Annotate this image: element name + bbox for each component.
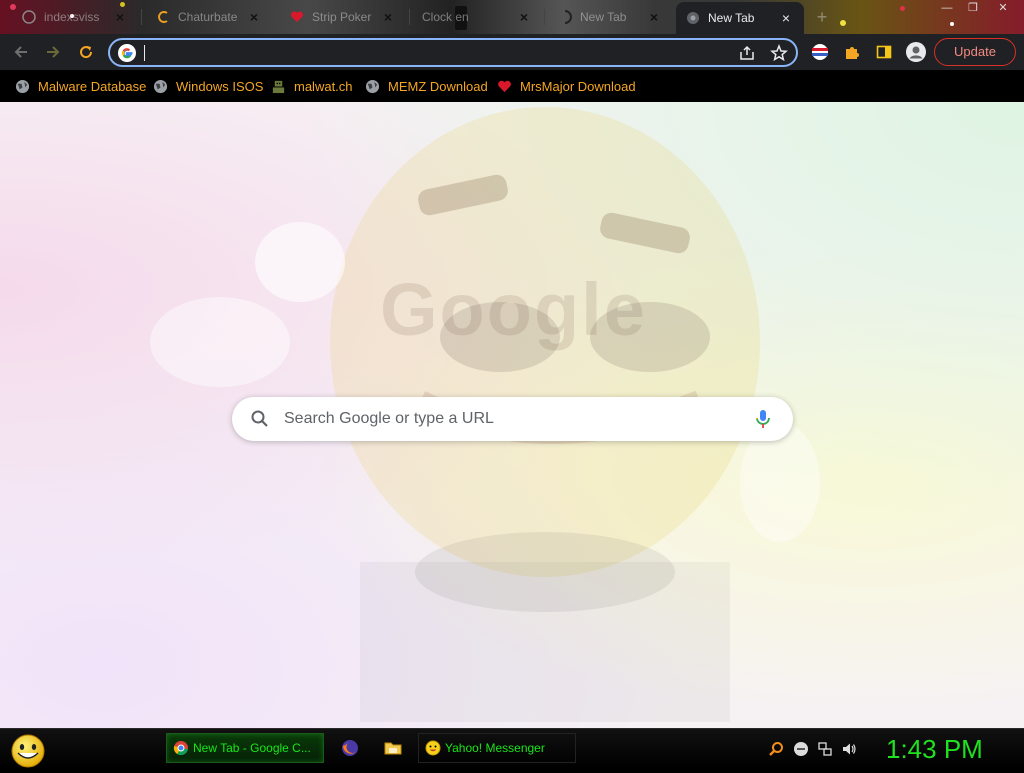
globe-icon xyxy=(364,78,380,94)
globe-icon xyxy=(14,78,30,94)
tab-separator xyxy=(544,9,545,25)
back-button[interactable] xyxy=(9,40,33,64)
puzzle-icon xyxy=(846,47,859,59)
close-icon[interactable]: × xyxy=(112,9,128,25)
tab-strip-poker[interactable]: Strip Poker × xyxy=(280,2,406,32)
bookmark-label: malwat.ch xyxy=(294,78,353,94)
browser-toolbar: Update xyxy=(0,34,1024,70)
bookmark-label: Windows ISOS xyxy=(176,78,264,94)
wallpaper-speck xyxy=(900,6,905,11)
wallpaper-speck xyxy=(840,20,846,26)
heart-icon xyxy=(290,10,304,24)
close-icon[interactable]: × xyxy=(778,10,794,26)
update-button[interactable]: Update xyxy=(934,38,1016,66)
taskbar-item-label: Yahoo! Messenger xyxy=(445,741,545,755)
reload-button[interactable] xyxy=(74,40,98,64)
bookmark-label: MEMZ Download xyxy=(388,78,488,94)
star-bookmark-icon[interactable] xyxy=(770,43,788,62)
minus-circle-icon[interactable] xyxy=(793,741,809,757)
share-icon[interactable] xyxy=(738,44,756,62)
google-logo: Google xyxy=(380,268,647,351)
close-icon[interactable]: × xyxy=(516,9,532,25)
close-icon[interactable]: × xyxy=(646,9,662,25)
network-icon[interactable] xyxy=(817,741,833,757)
address-bar[interactable] xyxy=(108,38,798,67)
tab-strip: indexsviss × Chaturbate × Strip Poker × … xyxy=(0,0,1024,34)
close-icon[interactable]: × xyxy=(246,9,262,25)
bookmark-label: MrsMajor Download xyxy=(520,78,636,94)
tab-title: New Tab xyxy=(708,11,755,25)
tab-separator xyxy=(275,9,276,25)
taskbar-item-label: New Tab - Google C... xyxy=(193,741,311,755)
bookmark-mrsmajor-download[interactable]: MrsMajor Download xyxy=(496,76,636,96)
profile-button[interactable] xyxy=(904,40,928,64)
tab-title: indexsviss xyxy=(44,10,100,24)
tab-separator xyxy=(141,9,142,25)
taskbar-item-chrome[interactable]: New Tab - Google C... xyxy=(166,733,324,763)
microphone-icon[interactable] xyxy=(754,409,772,429)
avatar-icon xyxy=(906,42,926,62)
new-tab-page: Google Search Google or type a URL xyxy=(0,102,1024,728)
tab-separator xyxy=(409,9,410,25)
tab-chaturbate[interactable]: Chaturbate × xyxy=(146,2,272,32)
window-close-button[interactable]: ✕ xyxy=(990,0,1016,18)
tab-title: Clock en xyxy=(422,10,469,24)
chrome-icon xyxy=(686,11,700,25)
forward-arrow-icon xyxy=(47,46,60,58)
tab-new-tab-active[interactable]: New Tab × xyxy=(676,2,804,34)
tab-new-tab-loading[interactable]: New Tab × xyxy=(548,2,672,32)
text-caret xyxy=(144,45,145,61)
smiley-face-icon xyxy=(11,734,45,768)
loading-icon xyxy=(558,10,572,24)
bookmark-memz-download[interactable]: MEMZ Download xyxy=(364,76,488,96)
tab-title: New Tab xyxy=(580,10,627,24)
tab-indexsviss[interactable]: indexsviss × xyxy=(12,2,138,32)
bookmark-malwatch[interactable]: malwat.ch xyxy=(270,76,353,96)
tab-clock[interactable]: Clock en × xyxy=(412,2,542,32)
tab-title: Chaturbate xyxy=(178,10,238,24)
bookmark-windows-isos[interactable]: Windows ISOS xyxy=(152,76,263,96)
maximize-button[interactable]: ❐ xyxy=(960,0,986,18)
flag-circle-icon xyxy=(812,44,828,60)
smiley-icon xyxy=(425,740,441,756)
chrome-icon xyxy=(173,740,189,756)
start-button[interactable] xyxy=(8,732,48,768)
back-arrow-icon xyxy=(14,46,27,58)
magnifier-icon[interactable] xyxy=(768,741,784,757)
chaturbate-icon xyxy=(156,10,170,24)
taskbar-item-yahoo-messenger[interactable]: Yahoo! Messenger xyxy=(418,733,576,763)
volume-icon[interactable] xyxy=(841,741,857,757)
bookmark-malware-database[interactable]: Malware Database xyxy=(14,76,146,96)
new-tab-button[interactable]: + xyxy=(812,8,832,28)
globe-icon xyxy=(22,10,36,24)
firefox-icon[interactable] xyxy=(340,738,360,758)
forward-button[interactable] xyxy=(41,40,65,64)
robot-icon xyxy=(270,78,286,94)
side-panel-icon xyxy=(876,45,892,59)
bookmark-label: Malware Database xyxy=(38,78,147,94)
reload-icon xyxy=(80,46,93,59)
google-g-icon xyxy=(118,44,136,62)
extensions-button[interactable] xyxy=(840,40,864,64)
globe-icon xyxy=(152,78,168,94)
folder-icon[interactable] xyxy=(383,738,403,758)
wallpaper-speck xyxy=(950,22,954,26)
side-panel-button[interactable] xyxy=(872,40,896,64)
bookmarks-bar: Malware Database Windows ISOS malwat.ch … xyxy=(0,70,1024,102)
address-input[interactable] xyxy=(146,43,706,63)
taskbar: New Tab - Google C... Yahoo! Messenger 1… xyxy=(0,728,1024,768)
flag-extension-button[interactable] xyxy=(808,40,832,64)
search-placeholder: Search Google or type a URL xyxy=(284,410,494,427)
close-icon[interactable]: × xyxy=(380,9,396,25)
search-icon xyxy=(250,409,270,429)
minimize-button[interactable]: — xyxy=(934,0,960,18)
tab-title: Strip Poker xyxy=(312,10,372,24)
taskbar-clock[interactable]: 1:43 PM xyxy=(886,733,1016,765)
search-box[interactable]: Search Google or type a URL xyxy=(232,397,793,441)
heart-icon xyxy=(496,78,512,94)
